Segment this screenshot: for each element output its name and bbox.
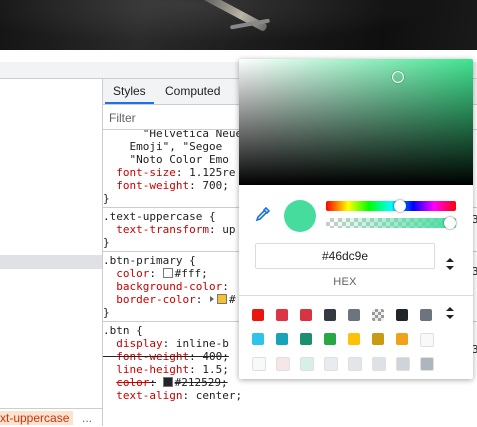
color-picker-popup: #46dc9e HEX — [239, 59, 473, 379]
color-preview-swatch — [284, 200, 316, 232]
color-swatch-icon[interactable] — [216, 294, 227, 304]
format-label: HEX — [333, 276, 357, 288]
palette-swatch[interactable] — [276, 309, 288, 321]
palette-swatch[interactable] — [396, 357, 410, 371]
palette-swatch[interactable] — [396, 333, 408, 345]
palette-swatch[interactable] — [300, 357, 314, 371]
palette-swatch[interactable] — [324, 333, 336, 345]
palette-swatch[interactable] — [300, 309, 312, 321]
palette-swatch[interactable] — [276, 333, 288, 345]
palette-swatch[interactable] — [276, 357, 290, 371]
tab-styles[interactable]: Styles — [105, 79, 154, 104]
filter-input[interactable]: Filter — [109, 111, 136, 125]
palette-swatch[interactable] — [420, 309, 432, 321]
palette-swatch[interactable] — [324, 309, 336, 321]
breadcrumb: xt-uppercase ... — [0, 408, 102, 427]
color-swatch-icon[interactable] — [162, 377, 173, 387]
palette-swatch[interactable] — [396, 309, 408, 321]
page-hero-image — [0, 0, 477, 50]
breadcrumb-more[interactable]: ... — [82, 411, 92, 425]
palette-swatch[interactable] — [300, 333, 312, 345]
palette-swatch[interactable] — [420, 333, 434, 347]
palette-swatch[interactable] — [348, 333, 360, 345]
expand-triangle-icon[interactable] — [209, 296, 214, 302]
palette-swatch[interactable] — [372, 333, 384, 345]
hero-image-shade — [0, 0, 477, 50]
palette-swatch[interactable] — [420, 357, 434, 371]
hue-slider-knob[interactable] — [394, 200, 407, 212]
elements-pane — [0, 79, 103, 426]
palette-swatch[interactable] — [372, 309, 384, 321]
hue-slider[interactable] — [326, 200, 456, 212]
tab-computed[interactable]: Computed — [157, 79, 228, 104]
palette-swatch[interactable] — [324, 357, 338, 371]
palette-toggle-icon[interactable] — [444, 307, 456, 321]
picker-divider — [239, 295, 473, 296]
palette-swatch[interactable] — [372, 357, 386, 371]
declaration-text-align[interactable]: text-align: center; — [103, 389, 477, 402]
palette-swatch[interactable] — [348, 309, 360, 321]
alpha-slider[interactable] — [326, 217, 456, 229]
selected-node-row[interactable] — [0, 255, 102, 269]
palette-swatch[interactable] — [348, 357, 362, 371]
saturation-value-handle[interactable] — [392, 71, 404, 83]
breadcrumb-current[interactable]: xt-uppercase — [0, 411, 74, 425]
color-swatch-icon[interactable] — [162, 268, 173, 278]
palette-swatch[interactable] — [252, 357, 266, 371]
hex-value-input[interactable]: #46dc9e — [255, 243, 435, 269]
palette-swatch[interactable] — [252, 309, 264, 321]
palette-swatch[interactable] — [252, 333, 264, 345]
eyedropper-icon[interactable] — [255, 206, 271, 222]
alpha-slider-knob[interactable] — [444, 217, 456, 229]
format-toggle-icon[interactable] — [444, 258, 456, 272]
saturation-value-area[interactable] — [239, 59, 473, 185]
